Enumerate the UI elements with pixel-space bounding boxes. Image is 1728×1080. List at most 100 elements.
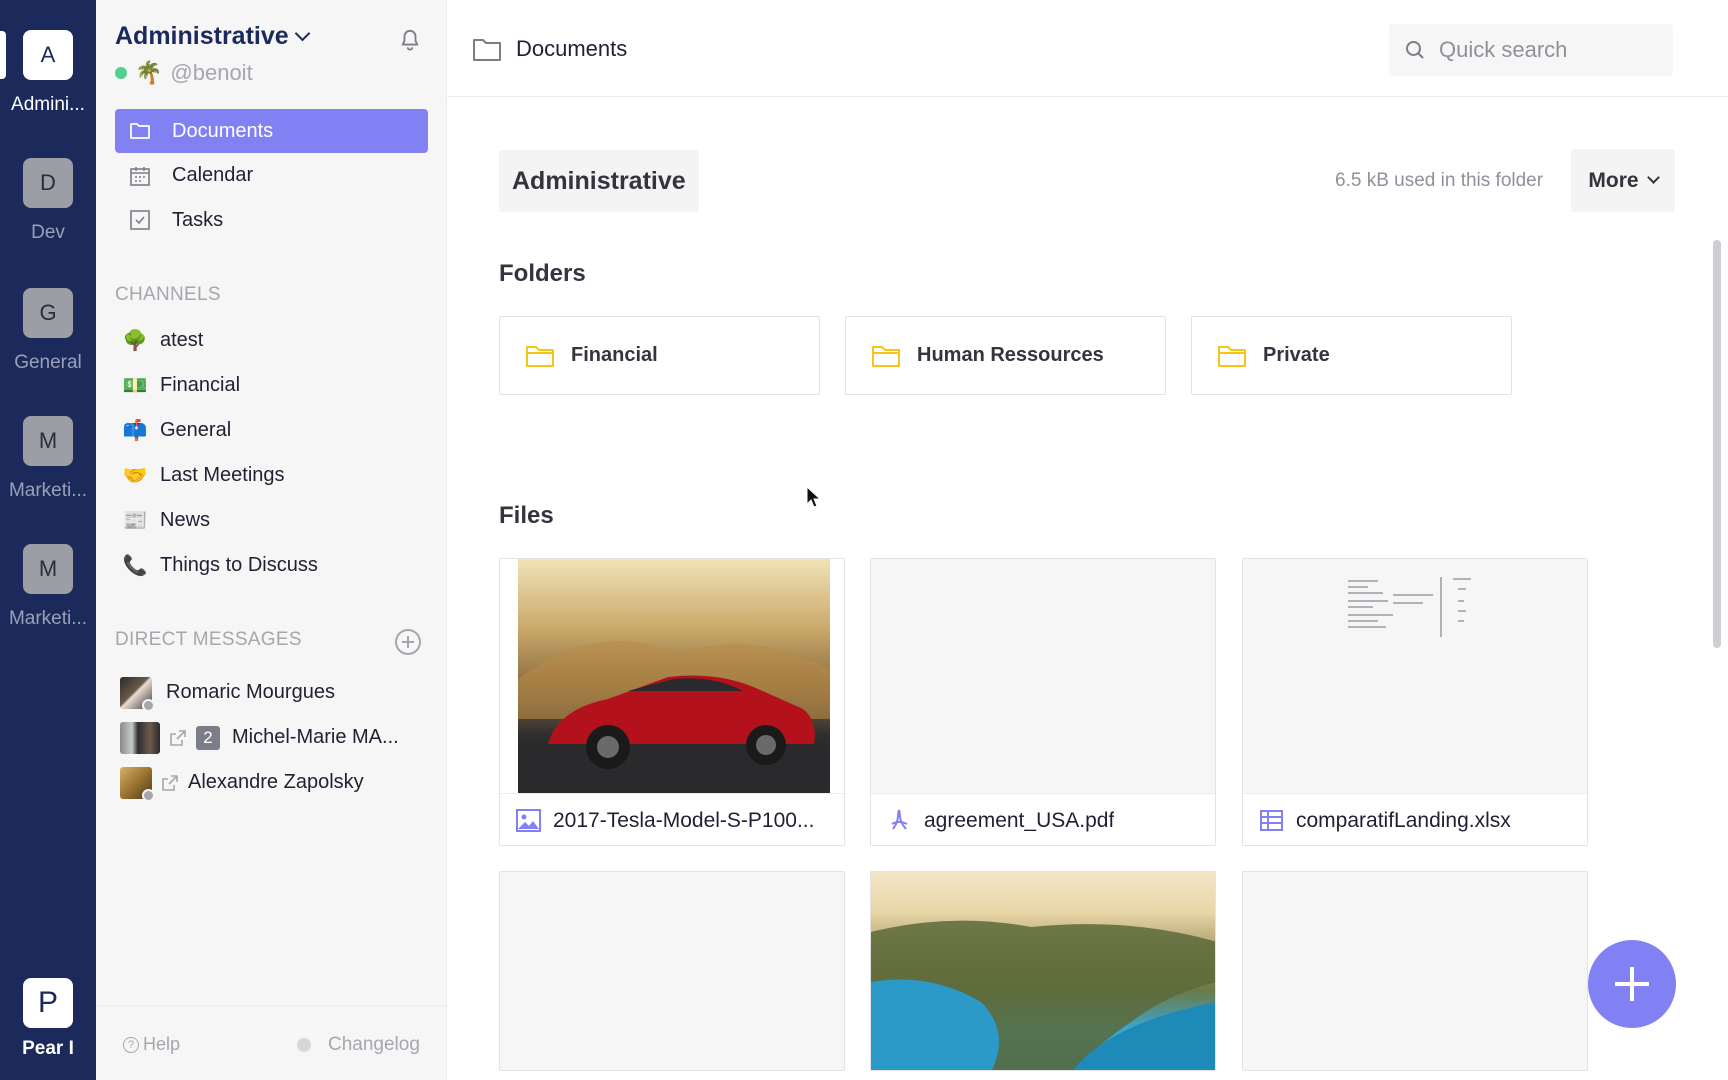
workspace-initial: G <box>23 288 73 338</box>
file-thumbnail-placeholder <box>1243 872 1587 1070</box>
workspace-initial: D <box>23 158 73 208</box>
status-dot <box>142 788 155 802</box>
channel-label: Things to Discuss <box>160 554 318 576</box>
dm-item[interactable]: Alexandre Zapolsky <box>120 760 430 805</box>
help-link[interactable]: ? Help <box>123 1034 180 1055</box>
coastline-image <box>871 920 1215 1070</box>
group-avatar <box>120 721 160 754</box>
folder-card-private[interactable]: Private <box>1191 316 1512 395</box>
file-card[interactable]: agreement_USA.pdf <box>870 558 1216 846</box>
workspace-initial: M <box>23 544 73 594</box>
nav-tasks[interactable]: Tasks <box>115 198 428 242</box>
calendar-icon <box>130 166 150 186</box>
channel-item[interactable]: 💵 Financial <box>122 363 428 408</box>
channel-item[interactable]: 🌳 atest <box>122 318 428 363</box>
nav-label: Calendar <box>172 164 254 186</box>
sidebar-footer: ? Help Changelog <box>96 1005 447 1080</box>
channel-item[interactable]: 📰 News <box>122 498 428 543</box>
workspace-label: General <box>14 352 82 373</box>
file-card[interactable] <box>1242 871 1588 1071</box>
folder-label: Private <box>1263 344 1330 366</box>
bell-icon[interactable] <box>399 28 421 52</box>
file-card[interactable] <box>499 871 845 1071</box>
file-card[interactable] <box>870 871 1216 1071</box>
file-name: agreement_USA.pdf <box>924 808 1115 832</box>
search-icon <box>1406 41 1424 59</box>
current-user[interactable]: 🌴 @benoit <box>115 60 253 86</box>
folder-usage: 6.5 kB used in this folder <box>1335 170 1544 191</box>
add-button[interactable] <box>1588 940 1676 1028</box>
channel-item[interactable]: 🤝 Last Meetings <box>122 453 428 498</box>
folder-icon <box>130 123 150 139</box>
org-title: Administrative <box>115 22 289 50</box>
handshake-icon: 🤝 <box>122 465 148 487</box>
mailbox-icon: 📫 <box>122 420 148 442</box>
more-button[interactable]: More <box>1571 149 1675 212</box>
changelog-dot-icon <box>297 1038 311 1052</box>
folder-label: Financial <box>571 344 658 366</box>
channel-item[interactable]: 📞 Things to Discuss <box>122 543 428 588</box>
avatar <box>120 676 155 712</box>
dm-name: Alexandre Zapolsky <box>188 771 364 793</box>
org-switcher[interactable]: Administrative <box>115 22 310 51</box>
channel-label: News <box>160 509 211 531</box>
folder-card-financial[interactable]: Financial <box>499 316 820 395</box>
external-link-icon <box>162 774 178 791</box>
workspace-marketing-2[interactable]: M Marketi... <box>0 544 96 630</box>
dm-item[interactable]: Romaric Mourgues <box>120 670 430 715</box>
folder-icon <box>872 345 900 367</box>
brand-logo: P <box>23 978 73 1028</box>
file-footer: agreement_USA.pdf <box>871 793 1215 845</box>
file-name: 2017-Tesla-Model-S-P100... <box>553 808 815 832</box>
main-content: Documents Administrative 6.5 kB used in … <box>447 0 1728 1080</box>
sidebar: Administrative 🌴 @benoit Documents Calen… <box>96 0 447 1080</box>
dm-item[interactable]: 2 Michel-Marie MA... <box>120 715 430 760</box>
breadcrumb: Documents <box>472 35 627 63</box>
channel-list: 🌳 atest 💵 Financial 📫 General 🤝 Last Meeting… <box>122 318 428 588</box>
workspace-marketing-1[interactable]: M Marketi... <box>0 416 96 502</box>
image-thumbnail <box>871 872 1215 1070</box>
active-workspace-indicator <box>0 31 6 79</box>
quick-search[interactable] <box>1389 24 1673 76</box>
car-image <box>518 641 830 793</box>
username: @benoit <box>170 60 253 85</box>
spreadsheet-preview <box>1348 577 1471 637</box>
file-thumbnail-placeholder <box>500 872 844 1070</box>
dm-name: Romaric Mourgues <box>166 681 335 703</box>
channel-item[interactable]: 📫 General <box>122 408 428 453</box>
phone-icon: 📞 <box>122 555 148 577</box>
folder-title: Administrative <box>499 150 699 212</box>
changelog-link[interactable]: Changelog <box>297 1034 420 1056</box>
file-card[interactable]: comparatifLanding.xlsx <box>1242 558 1588 846</box>
workspace-label: Marketi... <box>8 480 88 501</box>
scrollbar[interactable] <box>1713 240 1721 648</box>
nav-label: Documents <box>172 119 274 142</box>
chevron-down-icon <box>1646 171 1660 184</box>
question-icon: ? <box>123 1036 139 1053</box>
changelog-label: Changelog <box>328 1034 420 1055</box>
nav-calendar[interactable]: Calendar <box>115 154 428 198</box>
workspace-initial: M <box>23 416 73 466</box>
topbar: Documents <box>447 0 1728 97</box>
workspace-dev[interactable]: D Dev <box>0 158 96 244</box>
workspace-administrative[interactable]: A Admini... <box>0 30 96 116</box>
newspaper-icon: 📰 <box>122 510 148 532</box>
nav-label: Tasks <box>172 208 224 231</box>
status-dot <box>142 698 155 712</box>
channel-label: Last Meetings <box>160 464 285 486</box>
brand-pear[interactable]: P Pear I <box>0 978 96 1060</box>
nav-documents[interactable]: Documents <box>115 109 428 153</box>
add-dm-icon[interactable] <box>395 629 421 655</box>
folder-icon <box>526 345 554 367</box>
image-thumbnail <box>518 559 830 793</box>
file-footer: 2017-Tesla-Model-S-P100... <box>500 793 844 845</box>
breadcrumb-current: Documents <box>516 36 628 61</box>
folder-card-human-ressources[interactable]: Human Ressources <box>845 316 1166 395</box>
direct-messages-heading: DIRECT MESSAGES <box>115 629 302 650</box>
file-card[interactable]: 2017-Tesla-Model-S-P100... <box>499 558 845 846</box>
folder-icon <box>1218 345 1246 367</box>
workspace-general[interactable]: G General <box>0 288 96 374</box>
channel-label: General <box>160 419 232 441</box>
pdf-icon <box>891 809 908 830</box>
search-input[interactable] <box>1439 37 1659 63</box>
